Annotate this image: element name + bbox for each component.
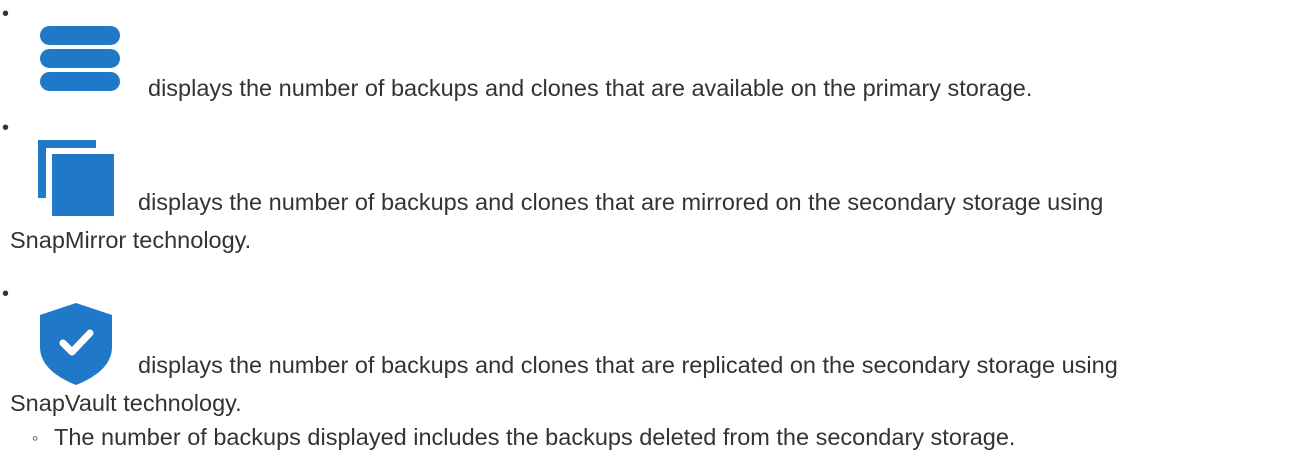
item-text-line-1: displays the number of backups and clone… [148,75,1033,101]
bullet-marker: • [2,117,10,139]
sub-bullet-marker: ◦ [32,428,39,448]
item-text-line-2: SnapVault technology. [10,390,242,416]
bullet-marker: • [2,3,10,25]
item-text-line-1: displays the number of backups and clone… [138,189,1104,215]
document-bullet-list: • displays the number of backups and clo… [0,0,1312,464]
copy-stack-icon [38,140,122,227]
sub-item-text: The number of backups displayed includes… [54,424,1016,450]
item-text-line-2: SnapMirror technology. [10,227,252,253]
shield-check-icon [38,303,114,394]
database-icon [38,24,122,107]
bullet-marker: • [2,283,10,305]
item-text-line-1: displays the number of backups and clone… [138,352,1118,378]
